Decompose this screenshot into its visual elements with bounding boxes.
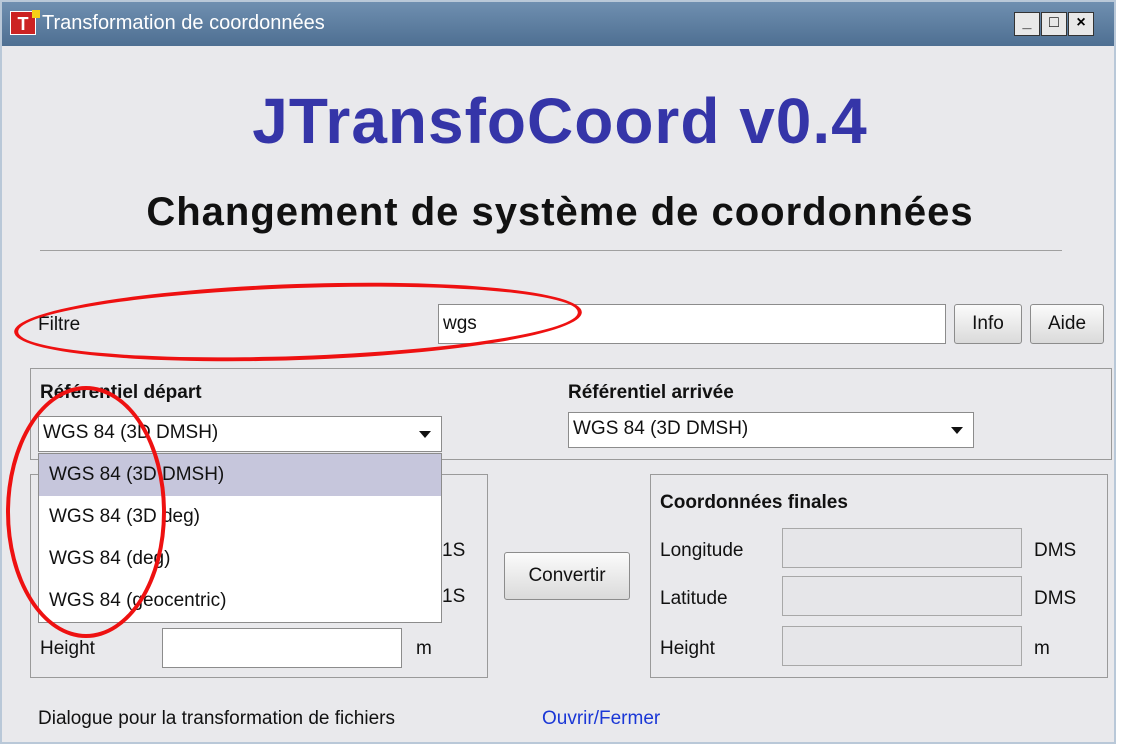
minimize-button[interactable]: _ — [1014, 12, 1040, 36]
departure-dropdown-list[interactable]: WGS 84 (3D DMSH) WGS 84 (3D deg) WGS 84 … — [38, 453, 442, 623]
app-subtitle: Changement de système de coordonnées — [146, 190, 974, 234]
final-height-unit: m — [1034, 638, 1050, 659]
final-latitude-field[interactable] — [782, 576, 1022, 616]
info-button[interactable]: Info — [954, 304, 1022, 344]
departure-combobox[interactable]: WGS 84 (3D DMSH) — [38, 416, 442, 452]
filter-label: Filtre — [38, 314, 81, 335]
final-longitude-unit: DMS — [1034, 540, 1077, 561]
initial-height-input[interactable] — [162, 628, 402, 668]
longitude-unit-partial: 1S — [442, 540, 466, 561]
final-coordinates-title: Coordonnées finales — [660, 492, 848, 513]
departure-selected: WGS 84 (3D DMSH) — [43, 422, 219, 443]
final-latitude-label: Latitude — [660, 588, 728, 609]
arrival-combobox[interactable]: WGS 84 (3D DMSH) — [568, 412, 974, 448]
chevron-down-icon[interactable] — [951, 427, 963, 434]
dropdown-option[interactable]: WGS 84 (3D deg) — [39, 496, 441, 538]
open-close-link[interactable]: Ouvrir/Fermer — [542, 708, 660, 730]
final-height-field[interactable] — [782, 626, 1022, 666]
final-longitude-label: Longitude — [660, 540, 744, 561]
app-window: T Transformation de coordonnées _ □ × JT… — [0, 0, 1116, 744]
final-longitude-field[interactable] — [782, 528, 1022, 568]
latitude-unit-partial: 1S — [442, 586, 466, 607]
arrival-label: Référentiel arrivée — [568, 382, 734, 403]
dropdown-option[interactable]: WGS 84 (deg) — [39, 538, 441, 580]
header-divider — [40, 250, 1062, 251]
departure-label: Référentiel départ — [40, 382, 202, 403]
chevron-down-icon[interactable] — [419, 431, 431, 438]
final-latitude-unit: DMS — [1034, 588, 1077, 609]
maximize-button[interactable]: □ — [1041, 12, 1067, 36]
title-bar[interactable]: T Transformation de coordonnées _ □ × — [2, 2, 1114, 46]
initial-height-label: Height — [40, 638, 95, 659]
app-icon: T — [10, 10, 40, 35]
final-height-label: Height — [660, 638, 715, 659]
window-title: Transformation de coordonnées — [42, 12, 325, 34]
dropdown-option[interactable]: WGS 84 (3D DMSH) — [39, 454, 441, 496]
initial-height-unit: m — [416, 638, 432, 659]
help-button[interactable]: Aide — [1030, 304, 1104, 344]
arrival-selected: WGS 84 (3D DMSH) — [573, 418, 749, 439]
dropdown-option[interactable]: WGS 84 (geocentric) — [39, 580, 441, 622]
close-button[interactable]: × — [1068, 12, 1094, 36]
file-dialog-label: Dialogue pour la transformation de fichi… — [38, 708, 395, 729]
filter-input[interactable]: wgs — [438, 304, 946, 344]
convert-button[interactable]: Convertir — [504, 552, 630, 600]
app-title: JTransfoCoord v0.4 — [252, 85, 868, 157]
